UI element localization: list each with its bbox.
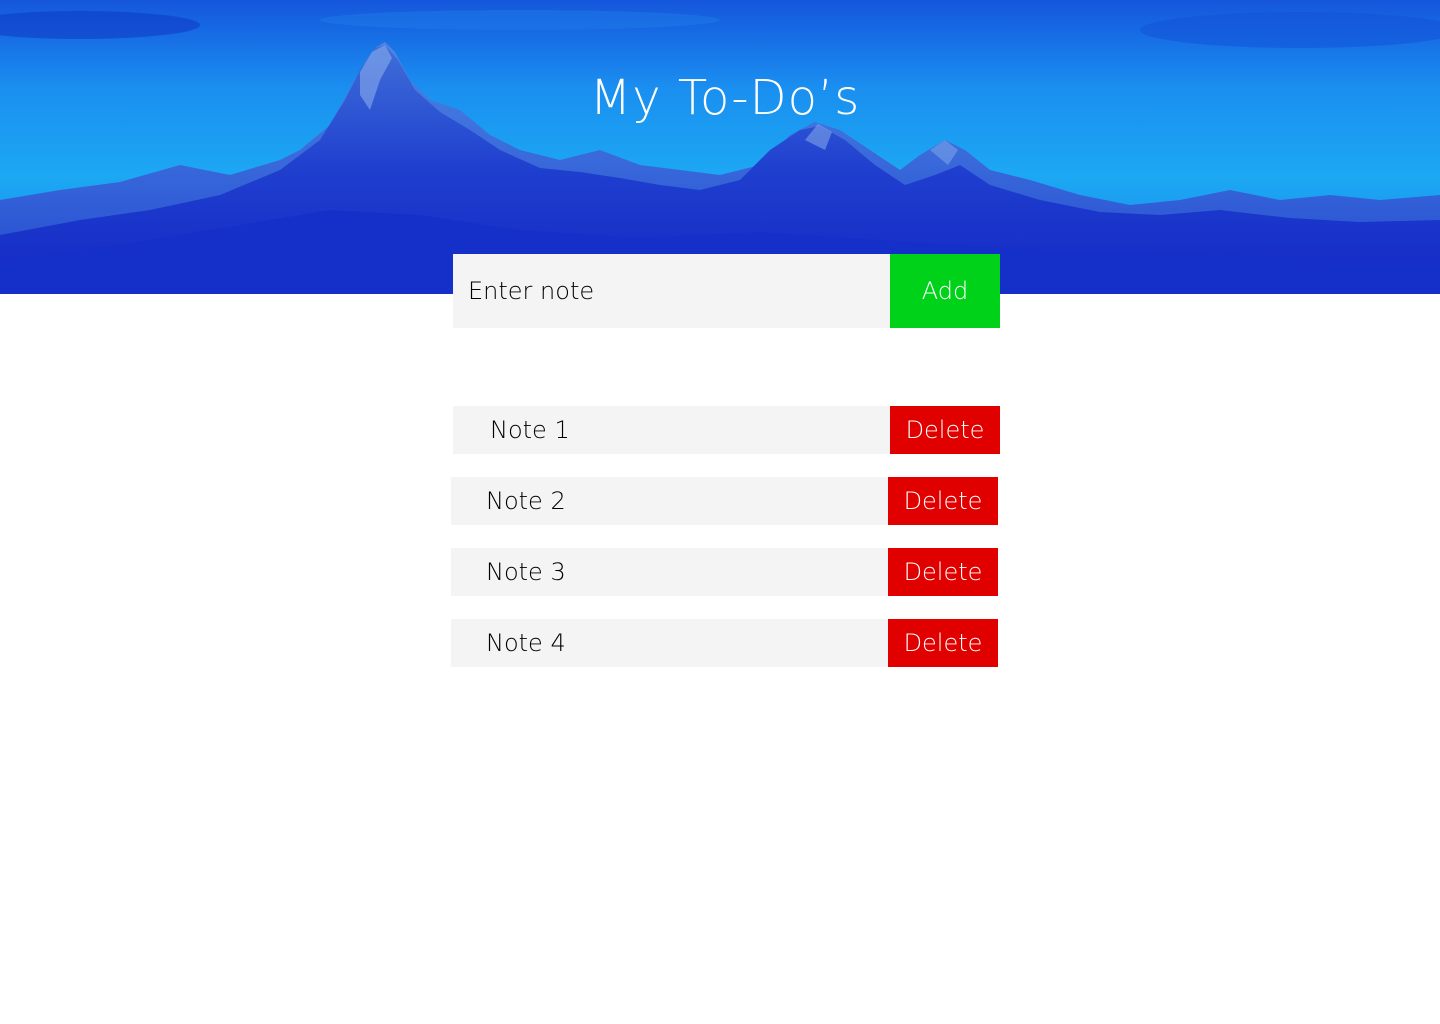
note-input[interactable] bbox=[453, 254, 890, 328]
page-title: My To-Do’s bbox=[589, 70, 861, 126]
note-item: Note 1 Delete bbox=[453, 406, 1000, 454]
note-text: Note 3 bbox=[451, 548, 888, 596]
note-item: Note 2 Delete bbox=[451, 477, 998, 525]
add-note-form: Add bbox=[453, 254, 1000, 328]
add-button[interactable]: Add bbox=[890, 254, 1000, 328]
note-text: Note 1 bbox=[453, 406, 890, 454]
note-item: Note 4 Delete bbox=[451, 619, 998, 667]
delete-button[interactable]: Delete bbox=[888, 548, 998, 596]
delete-button[interactable]: Delete bbox=[888, 477, 998, 525]
mountain-background-image bbox=[0, 0, 1440, 294]
delete-button[interactable]: Delete bbox=[890, 406, 1000, 454]
note-text: Note 4 bbox=[451, 619, 888, 667]
note-text: Note 2 bbox=[451, 477, 888, 525]
todo-page: My To-Do’s Add Note 1 Delete Note 2 Dele… bbox=[0, 0, 1440, 1024]
hero-banner bbox=[0, 0, 1440, 294]
note-item: Note 3 Delete bbox=[451, 548, 998, 596]
delete-button[interactable]: Delete bbox=[888, 619, 998, 667]
